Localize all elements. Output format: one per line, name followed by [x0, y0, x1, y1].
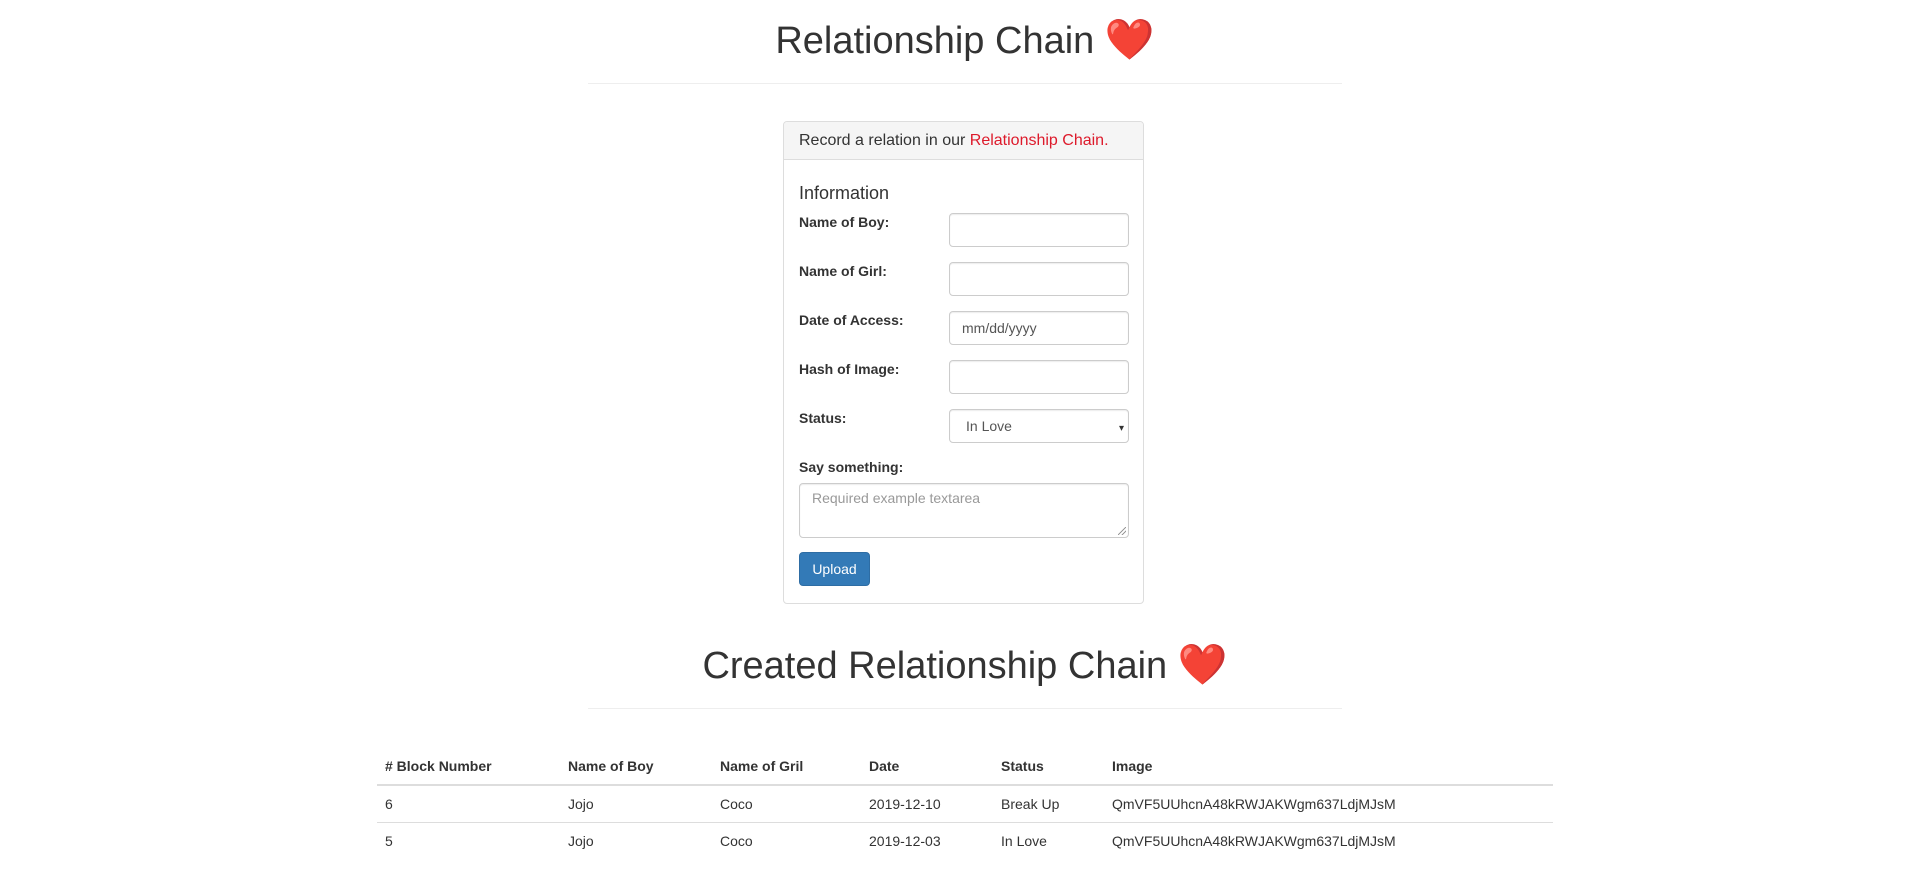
page-header: Relationship Chain ❤️: [588, 18, 1342, 84]
column-header: # Block Number: [377, 748, 560, 786]
panel-heading-brand: Relationship Chain.: [969, 132, 1109, 149]
table-header-row: # Block Number Name of Boy Name of Gril …: [377, 748, 1553, 786]
table-cell: Coco: [712, 821, 861, 859]
table-cell: Break Up: [993, 784, 1104, 822]
table-cell: 5: [377, 821, 560, 859]
boy-name-input[interactable]: [949, 213, 1129, 247]
table-cell: Jojo: [560, 821, 712, 859]
column-header: Image: [1104, 748, 1553, 786]
table-row: 5 Jojo Coco 2019-12-03 In Love QmVF5UUhc…: [377, 821, 1553, 859]
panel-heading: Record a relation in our Relationship Ch…: [784, 122, 1143, 160]
resize-grip-icon[interactable]: [1118, 527, 1126, 535]
table-cell: Jojo: [560, 784, 712, 822]
created-section-header: Created Relationship Chain ❤️: [588, 643, 1342, 709]
heart-icon: ❤️: [1177, 643, 1228, 687]
textarea-placeholder: Required example textarea: [812, 490, 981, 506]
hash-input[interactable]: [949, 360, 1129, 394]
table-cell: 2019-12-10: [861, 784, 993, 822]
say-something-label: Say something:: [799, 459, 904, 475]
say-something-textarea[interactable]: Required example textarea: [799, 483, 1129, 538]
created-section-title-text: Created Relationship Chain: [702, 645, 1168, 687]
table-cell: In Love: [993, 821, 1104, 859]
chain-table: # Block Number Name of Boy Name of Gril …: [377, 748, 1553, 859]
record-form-panel: Record a relation in our Relationship Ch…: [783, 121, 1144, 604]
hash-label: Hash of Image:: [799, 361, 900, 377]
heart-icon: ❤️: [1104, 18, 1155, 62]
panel-heading-text: Record a relation in our: [799, 132, 970, 149]
upload-button[interactable]: Upload: [799, 552, 870, 586]
table-cell: QmVF5UUhcnA48kRWJAKWgm637LdjMJsM: [1104, 784, 1553, 822]
column-header: Name of Boy: [560, 748, 712, 786]
girl-name-label: Name of Girl:: [799, 263, 887, 279]
date-input[interactable]: mm/dd/yyyy: [949, 311, 1129, 345]
status-label: Status:: [799, 410, 847, 426]
page-title-text: Relationship Chain: [775, 20, 1095, 62]
created-section-title: Created Relationship Chain ❤️: [588, 643, 1342, 688]
table-cell: Coco: [712, 784, 861, 822]
table-cell: QmVF5UUhcnA48kRWJAKWgm637LdjMJsM: [1104, 821, 1553, 859]
chevron-down-icon: ▾: [1118, 423, 1124, 434]
boy-name-label: Name of Boy:: [799, 214, 890, 230]
table-cell: 2019-12-03: [861, 821, 993, 859]
girl-name-input[interactable]: [949, 262, 1129, 296]
status-selected-value: In Love: [966, 418, 1012, 434]
page-title: Relationship Chain ❤️: [588, 18, 1342, 63]
section-title: Information: [799, 183, 890, 203]
table-row: 6 Jojo Coco 2019-12-10 Break Up QmVF5UUh…: [377, 784, 1553, 822]
table-cell: 6: [377, 784, 560, 822]
header-divider: [588, 82, 1342, 84]
column-header: Date: [861, 748, 993, 786]
created-section-divider: [588, 707, 1342, 709]
column-header: Status: [993, 748, 1104, 786]
column-header: Name of Gril: [712, 748, 861, 786]
date-label: Date of Access:: [799, 312, 904, 328]
status-select[interactable]: In Love ▾: [949, 409, 1129, 443]
